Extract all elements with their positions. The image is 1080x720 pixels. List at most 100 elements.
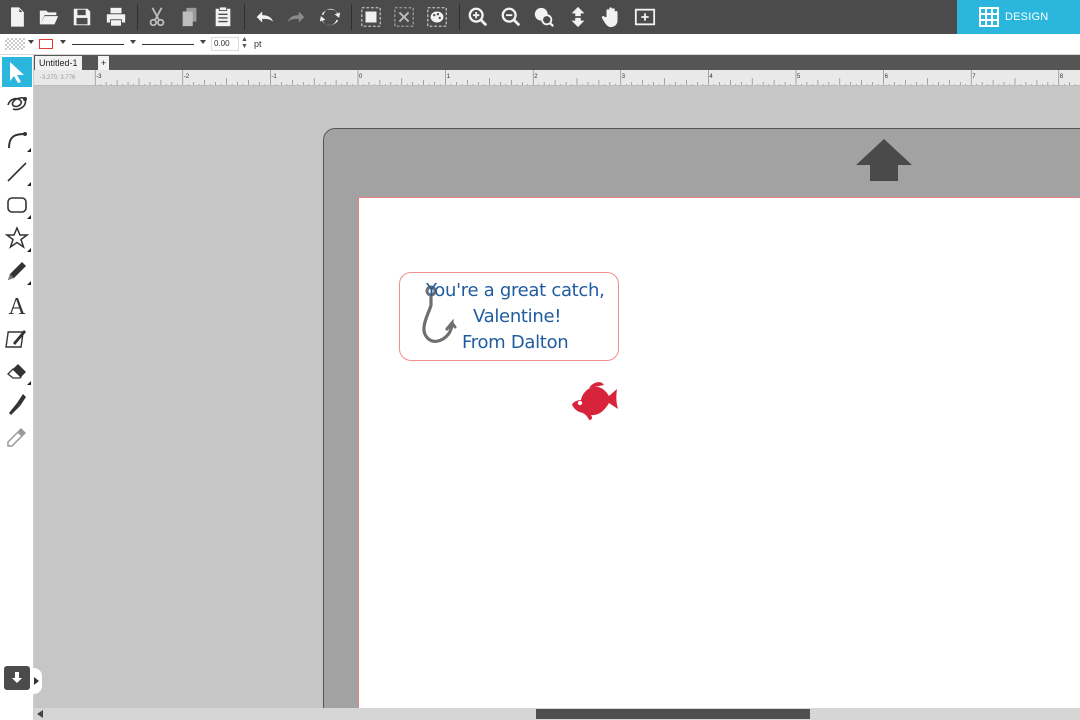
redo-icon xyxy=(287,11,305,23)
add-tab-button[interactable]: + xyxy=(98,56,110,70)
zoom-in-icon xyxy=(468,7,488,27)
line-color-dropdown-icon[interactable] xyxy=(60,40,66,44)
download-library-button[interactable] xyxy=(4,666,30,690)
line-join-preview[interactable] xyxy=(142,44,194,45)
save-button[interactable] xyxy=(67,3,97,31)
fit-to-page-icon xyxy=(634,8,656,26)
pan-hand-button[interactable] xyxy=(597,3,627,31)
ruler-label: 4 xyxy=(709,74,713,80)
line-style-dropdown-icon[interactable] xyxy=(130,40,136,44)
line-width-unit: pt xyxy=(254,39,262,49)
design-label: DESIGN xyxy=(1005,11,1049,23)
red-fish-icon[interactable] xyxy=(571,380,619,422)
tab-untitled-1[interactable]: Untitled-1 xyxy=(35,56,82,70)
zoom-out-button[interactable] xyxy=(496,3,526,31)
bezier-curve-tool[interactable] xyxy=(2,123,32,153)
new-document-icon xyxy=(11,7,24,27)
zoom-selection-icon xyxy=(534,7,554,27)
ruler-label: 6 xyxy=(885,74,889,80)
flyout-corner-icon xyxy=(27,215,31,219)
ruler-label: 8 xyxy=(1060,74,1064,80)
flyout-corner-icon xyxy=(27,281,31,285)
ruler-label: -2 xyxy=(184,74,190,80)
print-icon xyxy=(106,7,126,27)
label-design-group[interactable]: You're a great catch, Valentine! From Da… xyxy=(399,272,619,361)
grid-icon xyxy=(979,7,999,27)
text-tool[interactable]: A xyxy=(2,290,32,320)
ruler-label: 1 xyxy=(447,74,451,80)
open-folder-icon xyxy=(39,10,59,25)
scroll-left-button[interactable] xyxy=(34,708,46,720)
drag-zoom-icon xyxy=(571,6,585,28)
ruler-label: 3 xyxy=(622,74,626,80)
rectangle-tool-icon xyxy=(7,197,27,213)
zoom-selection-button[interactable] xyxy=(529,3,559,31)
label-text-line-2[interactable]: Valentine! xyxy=(473,306,561,327)
redo-button[interactable] xyxy=(282,3,312,31)
knife-icon xyxy=(9,394,26,415)
scroll-left-arrow-icon xyxy=(37,710,43,718)
star-polygon-tool[interactable] xyxy=(2,223,32,253)
eyedropper-icon xyxy=(7,428,26,447)
line-join-dropdown-icon[interactable] xyxy=(200,40,206,44)
label-text-line-1[interactable]: You're a great catch, xyxy=(426,280,605,301)
pencil-tool[interactable] xyxy=(2,256,32,286)
star-polygon-icon xyxy=(5,226,29,249)
text-tool-icon: A xyxy=(8,294,26,317)
line-width-stepper[interactable]: ▲ ▼ xyxy=(241,36,248,50)
ruler-label: -1 xyxy=(271,74,277,80)
main-toolbar: DESIGN xyxy=(0,0,1080,34)
pencil-icon xyxy=(8,262,26,280)
horizontal-scrollbar[interactable] xyxy=(34,708,1080,720)
new-document-button[interactable] xyxy=(2,3,32,31)
design-tab-button[interactable]: DESIGN xyxy=(957,0,1080,34)
ruler-ticks: -3 -2 -1 0 1 2 3 4 5 6 7 8 xyxy=(94,70,1076,85)
fill-color-swatch[interactable] xyxy=(5,38,25,50)
line-width-input[interactable]: 0.00 xyxy=(211,37,239,51)
copy-button[interactable] xyxy=(175,3,205,31)
select-arrow-icon xyxy=(10,62,24,83)
knife-tool[interactable] xyxy=(2,389,32,419)
design-page[interactable]: You're a great catch, Valentine! From Da… xyxy=(358,197,1080,708)
line-tool[interactable] xyxy=(2,157,32,187)
design-canvas[interactable]: You're a great catch, Valentine! From Da… xyxy=(34,86,1080,708)
fill-pattern-button[interactable] xyxy=(422,3,452,31)
eyedropper-tool[interactable] xyxy=(2,422,32,452)
line-style-toolbar: 0.00 ▲ ▼ pt xyxy=(0,34,1080,55)
select-tool[interactable] xyxy=(2,57,32,87)
group-button[interactable] xyxy=(356,3,386,31)
bezier-curve-icon xyxy=(8,132,27,149)
sketch-tool[interactable] xyxy=(2,323,32,353)
point-edit-icon xyxy=(7,97,27,111)
print-button[interactable] xyxy=(101,3,131,31)
line-tool-icon xyxy=(7,162,27,182)
zoom-in-button[interactable] xyxy=(463,3,493,31)
fill-color-dropdown-icon[interactable] xyxy=(28,40,34,44)
cut-button[interactable] xyxy=(142,3,172,31)
flyout-corner-icon xyxy=(27,248,31,252)
ruler-label: 7 xyxy=(972,74,976,80)
line-style-preview[interactable] xyxy=(72,44,124,45)
drag-zoom-button[interactable] xyxy=(563,3,593,31)
eraser-tool[interactable] xyxy=(2,356,32,386)
panel-expand-handle[interactable] xyxy=(30,668,42,694)
rectangle-tool[interactable] xyxy=(2,190,32,220)
open-folder-button[interactable] xyxy=(34,3,64,31)
copy-icon xyxy=(182,7,197,27)
download-arrow-icon xyxy=(12,672,22,683)
point-edit-tool[interactable] xyxy=(2,90,32,120)
undo-button[interactable] xyxy=(249,3,279,31)
paste-button[interactable] xyxy=(208,3,238,31)
label-text-line-3[interactable]: From Dalton xyxy=(462,332,569,353)
redraw-icon xyxy=(319,8,341,26)
scrollbar-thumb[interactable] xyxy=(536,709,810,719)
fit-to-page-button[interactable] xyxy=(630,3,660,31)
chevron-right-icon xyxy=(34,677,39,685)
ruler-label: 0 xyxy=(359,74,363,80)
cut-icon xyxy=(149,7,165,27)
line-color-swatch[interactable] xyxy=(39,39,53,49)
cursor-coordinate-readout: -3.270, 3.776 xyxy=(40,75,76,81)
ungroup-button[interactable] xyxy=(389,3,419,31)
redraw-button[interactable] xyxy=(315,3,345,31)
horizontal-ruler: -3 -2 -1 0 1 2 3 4 5 6 7 8 -3.270, 3.776 xyxy=(34,70,1080,86)
